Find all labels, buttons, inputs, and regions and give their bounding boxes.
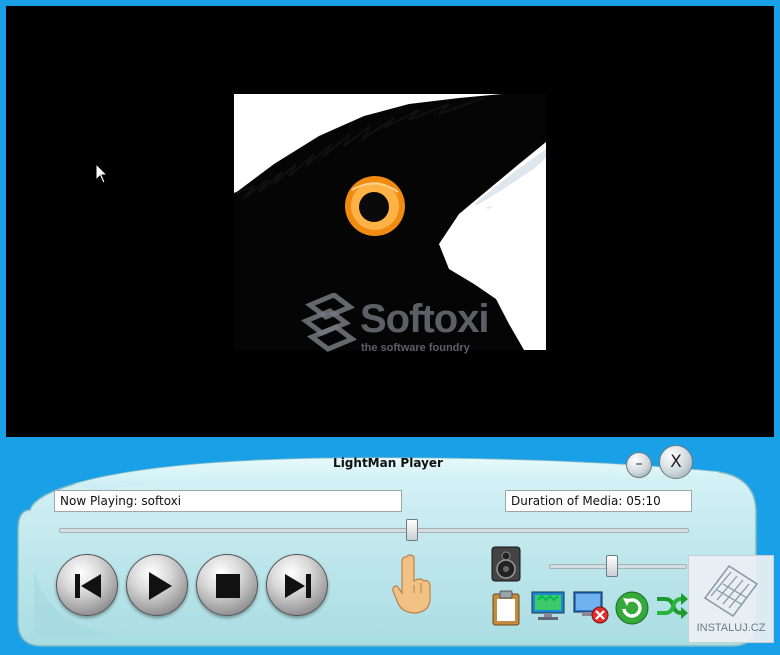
speaker-icon[interactable]	[491, 546, 521, 582]
seek-thumb[interactable]	[406, 519, 418, 541]
softoxi-logo-icon	[301, 293, 357, 352]
next-track-button[interactable]	[266, 554, 328, 616]
play-icon	[149, 572, 172, 600]
seek-bar[interactable]	[59, 528, 689, 533]
instaluj-badge: INSTALUJ.CZ	[688, 555, 774, 643]
refresh-icon[interactable]	[614, 590, 650, 626]
stop-button[interactable]	[196, 554, 258, 616]
mouse-cursor-icon	[95, 163, 109, 184]
volume-thumb[interactable]	[606, 555, 618, 577]
screen-icon[interactable]	[530, 590, 566, 622]
clipboard-icon[interactable]	[491, 590, 521, 626]
close-button[interactable]: X	[659, 445, 693, 479]
pointing-hand-icon[interactable]	[390, 553, 434, 615]
video-area[interactable]: Softoxi the software foundry	[6, 6, 774, 437]
now-playing-field: Now Playing: softoxi	[54, 490, 402, 512]
next-track-icon	[285, 574, 311, 598]
play-button[interactable]	[126, 554, 188, 616]
softoxi-watermark: Softoxi the software foundry	[300, 289, 500, 359]
previous-track-button[interactable]	[56, 554, 118, 616]
stop-icon	[216, 574, 240, 598]
watermark-subtitle: the software foundry	[361, 342, 470, 354]
instaluj-label: INSTALUJ.CZ	[696, 622, 766, 634]
volume-slider[interactable]	[549, 564, 687, 569]
minimize-button[interactable]: –	[626, 452, 652, 478]
shuffle-icon[interactable]	[655, 590, 689, 622]
watermark-title: Softoxi	[360, 297, 490, 341]
monitor-close-icon[interactable]	[572, 590, 610, 624]
instaluj-logo-icon	[703, 564, 759, 618]
player-control-panel: LightMan Player – X Now Playing: softoxi…	[14, 445, 762, 648]
previous-track-icon	[75, 574, 101, 598]
duration-field: Duration of Media: 05:10	[505, 490, 692, 512]
